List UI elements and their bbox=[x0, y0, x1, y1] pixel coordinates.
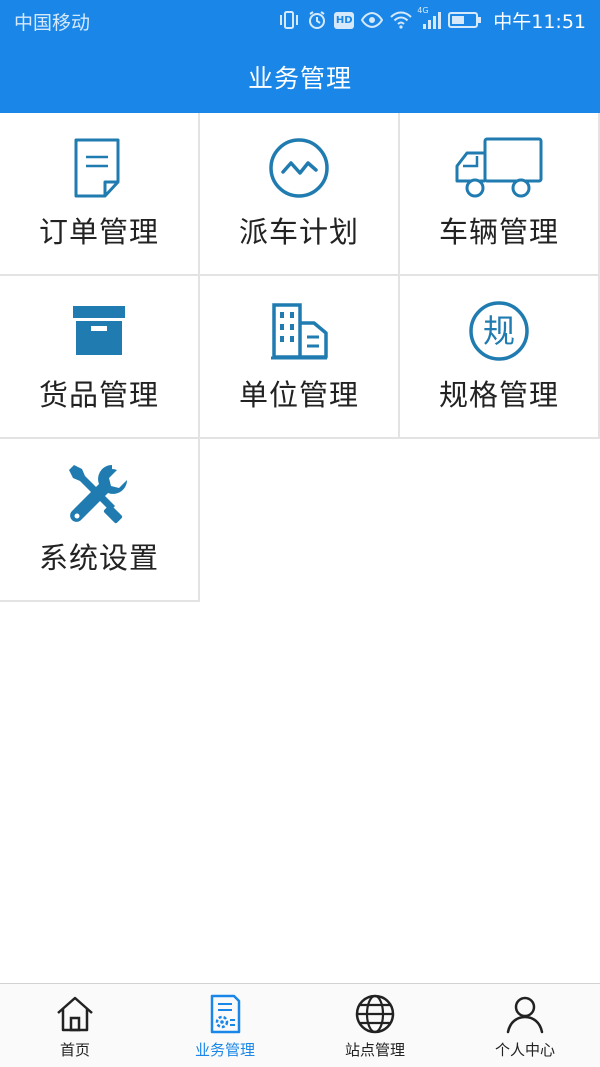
module-label: 单位管理 bbox=[238, 378, 359, 412]
nav-business-management[interactable]: 业务管理 bbox=[150, 984, 300, 1067]
title-bar: 业务管理 bbox=[0, 40, 600, 113]
module-label: 系统设置 bbox=[38, 541, 159, 575]
nav-personal-center[interactable]: 个人中心 bbox=[450, 984, 600, 1067]
signal-icon: 4G bbox=[417, 6, 442, 30]
nav-home[interactable]: 首页 bbox=[0, 984, 150, 1067]
building-icon bbox=[200, 298, 398, 364]
nav-label: 业务管理 bbox=[194, 1041, 255, 1059]
wave-circle-icon bbox=[200, 135, 398, 201]
battery-icon bbox=[448, 11, 482, 29]
tools-icon bbox=[0, 461, 198, 527]
vibrate-icon bbox=[278, 10, 300, 30]
truck-icon bbox=[400, 135, 598, 201]
status-bar: 中国移动 HD 4G 中午11:51 bbox=[0, 0, 600, 40]
module-system-settings[interactable]: 系统设置 bbox=[0, 439, 200, 602]
module-label: 规格管理 bbox=[438, 378, 559, 412]
business-doc-icon bbox=[150, 992, 300, 1036]
person-icon bbox=[450, 992, 600, 1036]
module-unit-management[interactable]: 单位管理 bbox=[200, 276, 400, 439]
network-type-label: 4G bbox=[417, 6, 429, 15]
module-label: 订单管理 bbox=[38, 215, 159, 249]
bottom-nav: 首页 业务管理 站点管理 个人中心 bbox=[0, 983, 600, 1067]
module-goods-management[interactable]: 货品管理 bbox=[0, 276, 200, 439]
app-screen: 中国移动 HD 4G 中午11:51 业务管理 订单管理 派车计划 车辆管理 货… bbox=[0, 0, 600, 1067]
module-dispatch-plan[interactable]: 派车计划 bbox=[200, 113, 400, 276]
alarm-icon bbox=[307, 10, 327, 30]
clock: 中午11:51 bbox=[493, 10, 586, 33]
eye-icon bbox=[361, 11, 384, 29]
module-spec-management[interactable]: 规 规格管理 bbox=[400, 276, 600, 439]
module-order-management[interactable]: 订单管理 bbox=[0, 113, 200, 276]
carrier-name: 中国移动 bbox=[14, 12, 91, 34]
nav-site-management[interactable]: 站点管理 bbox=[300, 984, 450, 1067]
wifi-icon bbox=[390, 11, 412, 29]
nav-label: 首页 bbox=[59, 1041, 90, 1059]
module-label: 货品管理 bbox=[38, 378, 159, 412]
home-icon bbox=[0, 992, 150, 1036]
document-icon bbox=[0, 135, 198, 201]
globe-icon bbox=[300, 992, 450, 1036]
module-vehicle-management[interactable]: 车辆管理 bbox=[400, 113, 600, 276]
nav-label: 站点管理 bbox=[344, 1041, 405, 1059]
box-icon bbox=[0, 298, 198, 364]
module-label: 派车计划 bbox=[238, 215, 359, 249]
spec-circle-icon: 规 bbox=[400, 298, 598, 364]
page-title: 业务管理 bbox=[247, 63, 352, 93]
status-icons: HD 4G 中午11:51 bbox=[278, 6, 586, 34]
hd-badge: HD bbox=[334, 11, 355, 29]
spec-icon-glyph: 规 bbox=[483, 312, 515, 350]
module-label: 车辆管理 bbox=[438, 215, 559, 249]
nav-label: 个人中心 bbox=[494, 1041, 555, 1059]
